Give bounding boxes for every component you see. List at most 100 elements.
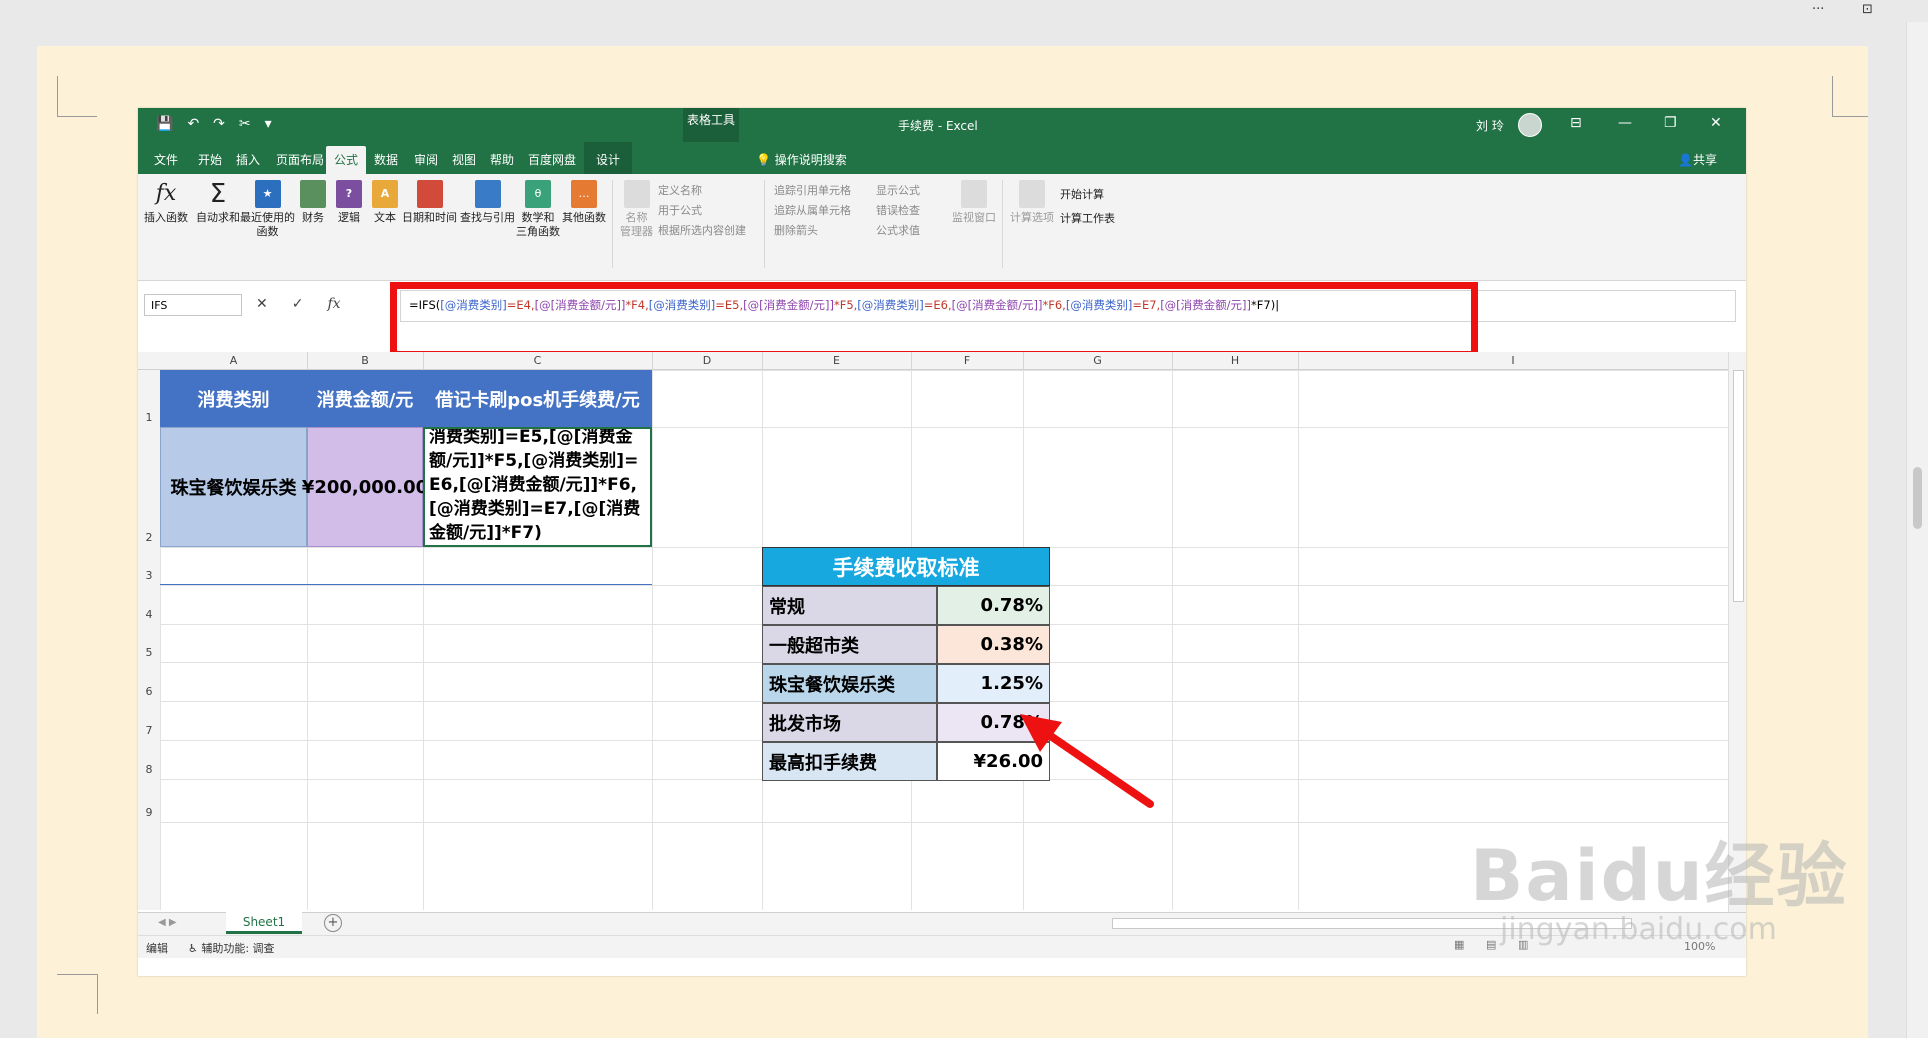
error-checking-button[interactable]: 错误检查 — [876, 202, 920, 218]
worksheet-grid[interactable]: ABCDEFGHI 1 2 3 4 5 6 7 8 9 消费类别 消费金额/元 借记卡刷pos机… — [138, 352, 1746, 912]
trace-dependents-button[interactable]: 追踪从属单元格 — [774, 202, 851, 218]
table-header-amount[interactable]: 消费金额/元 — [307, 370, 423, 427]
watch-window-button[interactable]: 监视窗口 — [952, 180, 996, 225]
calculate-now-button[interactable]: 开始计算 — [1060, 186, 1104, 202]
calculate-sheet-button[interactable]: 计算工作表 — [1060, 210, 1115, 226]
fee-table-value[interactable]: 0.78% — [937, 586, 1050, 625]
math-trig-button[interactable]: θ 数学和 三角函数 — [516, 180, 560, 239]
row-header[interactable]: 5 — [138, 646, 160, 659]
tab-view[interactable]: 视图 — [452, 151, 476, 168]
row-header[interactable]: 3 — [138, 569, 160, 582]
save-icon[interactable]: 💾 — [156, 116, 173, 132]
tab-formulas[interactable]: 公式 — [326, 146, 367, 177]
table-cell-amount[interactable]: ¥200,000.00 — [302, 427, 428, 547]
sheet-nav-arrows[interactable]: ◀ ▶ — [158, 917, 177, 928]
row-header[interactable]: 6 — [138, 685, 160, 698]
ribbon-display-options-icon[interactable]: ⊟ — [1570, 115, 1582, 131]
zoom-level[interactable]: 100% — [1684, 940, 1715, 953]
table-header-category[interactable]: 消费类别 — [160, 370, 307, 427]
editing-cell-fee[interactable]: [@[消费金额/元]]*F4,[@消费类别]=E5,[@[消费金额/元]]*F5… — [423, 427, 652, 547]
use-in-formula-button[interactable]: 用于公式 — [658, 202, 702, 218]
text-button[interactable]: A 文本 — [372, 180, 398, 225]
table-header-fee[interactable]: 借记卡刷pos机手续费/元 — [423, 370, 652, 427]
redo-icon[interactable]: ↷ — [213, 116, 225, 132]
fee-table-label[interactable]: 珠宝餐饮娱乐类 — [762, 664, 937, 703]
add-sheet-icon[interactable]: + — [324, 914, 342, 932]
insert-function-button[interactable]: fx 插入函数 — [144, 180, 188, 225]
name-manager-button[interactable]: 名称 管理器 — [620, 180, 653, 239]
row-header[interactable]: 1 — [138, 411, 160, 424]
row-header[interactable]: 8 — [138, 763, 160, 776]
column-header[interactable]: D — [652, 352, 763, 369]
fee-table-title[interactable]: 手续费收取标准 — [762, 547, 1050, 586]
tab-review[interactable]: 审阅 — [414, 151, 438, 168]
insert-function-icon[interactable]: fx — [327, 296, 340, 312]
tab-insert[interactable]: 插入 — [236, 151, 260, 168]
avatar[interactable] — [1518, 113, 1542, 137]
tab-page-layout[interactable]: 页面布局 — [276, 151, 324, 168]
table-cell-category[interactable]: 珠宝餐饮娱乐类 — [160, 427, 307, 547]
minimize-button[interactable]: — — [1618, 115, 1632, 131]
customize-qat-icon[interactable]: ▾ — [265, 116, 272, 132]
datetime-button[interactable]: 日期和时间 — [402, 180, 457, 225]
column-header[interactable]: F — [911, 352, 1024, 369]
share-button[interactable]: 👤共享 — [1678, 151, 1717, 168]
name-box[interactable]: IFS — [144, 294, 242, 316]
restore-button[interactable]: ❐ — [1664, 115, 1677, 131]
column-header[interactable]: I — [1298, 352, 1729, 369]
evaluate-formula-button[interactable]: 公式求值 — [876, 222, 920, 238]
column-header[interactable]: A — [160, 352, 308, 369]
column-header[interactable]: H — [1172, 352, 1299, 369]
autosum-button[interactable]: Σ 自动求和 — [196, 180, 240, 225]
more-options-button[interactable]: ··· — [1812, 2, 1824, 17]
tab-file[interactable]: 文件 — [154, 151, 178, 168]
column-header[interactable]: E — [762, 352, 912, 369]
trace-precedents-button[interactable]: 追踪引用单元格 — [774, 182, 851, 198]
fee-table-label[interactable]: 最高扣手续费 — [762, 742, 937, 781]
fee-table-label[interactable]: 一般超市类 — [762, 625, 937, 664]
undo-icon[interactable]: ↶ — [187, 116, 199, 132]
close-button[interactable]: ✕ — [1710, 115, 1722, 131]
show-formulas-button[interactable]: 显示公式 — [876, 182, 920, 198]
tab-baidu-netdisk[interactable]: 百度网盘 — [528, 151, 576, 168]
user-name[interactable]: 刘 玲 — [1476, 117, 1504, 134]
fee-table-label[interactable]: 批发市场 — [762, 703, 937, 742]
accessibility-status[interactable]: ♿ 辅助功能: 调查 — [188, 940, 275, 956]
row-header[interactable]: 9 — [138, 806, 160, 819]
fee-table-label[interactable]: 常规 — [762, 586, 937, 625]
tell-me-search[interactable]: 💡 操作说明搜索 — [756, 151, 847, 168]
viewer-vertical-scrollbar[interactable] — [1906, 22, 1928, 1038]
tab-help[interactable]: 帮助 — [490, 151, 514, 168]
formula-input[interactable]: =IFS([@消费类别]=E4,[@[消费金额/元]]*F4,[@消费类别]=E… — [400, 290, 1736, 322]
viewer-scroll-thumb[interactable] — [1913, 467, 1922, 529]
logical-button[interactable]: ? 逻辑 — [336, 180, 362, 225]
grid-vertical-scrollbar[interactable] — [1728, 352, 1746, 912]
tab-home[interactable]: 开始 — [198, 151, 222, 168]
table-new-row[interactable] — [160, 547, 652, 585]
fee-table-value[interactable]: 0.38% — [937, 625, 1050, 664]
enter-icon[interactable]: ✓ — [292, 296, 304, 312]
column-header[interactable]: G — [1023, 352, 1173, 369]
financial-button[interactable]: 财务 — [300, 180, 326, 225]
row-header[interactable]: 7 — [138, 724, 160, 737]
recent-functions-button[interactable]: ★ 最近使用的 函数 — [240, 180, 295, 239]
column-header[interactable]: C — [423, 352, 653, 369]
page-layout-view-icon[interactable]: ▤ — [1486, 938, 1496, 951]
sheet-tab-sheet1[interactable]: Sheet1 — [226, 912, 302, 934]
horizontal-scrollbar[interactable] — [1112, 918, 1632, 929]
row-header[interactable]: 2 — [138, 531, 160, 544]
row-header[interactable]: 4 — [138, 608, 160, 621]
remove-arrows-button[interactable]: 删除箭头 — [774, 222, 818, 238]
fee-table-value[interactable]: 1.25% — [937, 664, 1050, 703]
define-name-button[interactable]: 定义名称 — [658, 182, 702, 198]
tab-data[interactable]: 数据 — [374, 151, 398, 168]
cancel-icon[interactable]: ✕ — [256, 296, 268, 312]
grid-scroll-thumb[interactable] — [1733, 370, 1744, 602]
calc-options-button[interactable]: 计算选项 — [1010, 180, 1054, 225]
restore-window-button[interactable]: ⊡ — [1862, 2, 1873, 17]
page-break-view-icon[interactable]: ▥ — [1518, 938, 1528, 951]
create-from-selection-button[interactable]: 根据所选内容创建 — [658, 222, 746, 238]
cut-icon[interactable]: ✂ — [239, 116, 251, 132]
more-functions-button[interactable]: … 其他函数 — [562, 180, 606, 225]
lookup-button[interactable]: 查找与引用 — [460, 180, 515, 225]
